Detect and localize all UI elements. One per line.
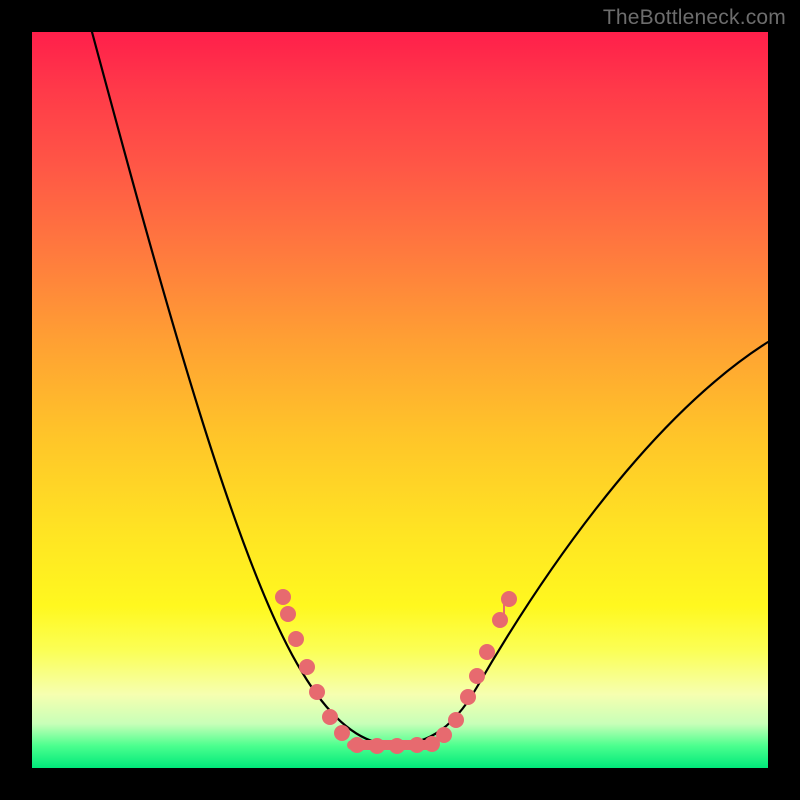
bottleneck-curve: [92, 32, 768, 745]
curve-dot: [389, 738, 405, 754]
curve-dot: [409, 737, 425, 753]
curve-dot: [299, 659, 315, 675]
curve-dot: [280, 606, 296, 622]
curve-dot: [492, 612, 508, 628]
chart-frame: TheBottleneck.com: [0, 0, 800, 800]
curve-dot: [436, 727, 452, 743]
curve-dot: [460, 689, 476, 705]
curve-dot: [349, 737, 365, 753]
curve-svg: [32, 32, 768, 768]
curve-dot: [479, 644, 495, 660]
curve-dot: [469, 668, 485, 684]
curve-dot: [309, 684, 325, 700]
curve-dot: [448, 712, 464, 728]
curve-dot: [275, 589, 291, 605]
curve-dot: [334, 725, 350, 741]
plot-area: [32, 32, 768, 768]
curve-dot: [322, 709, 338, 725]
curve-dot: [288, 631, 304, 647]
watermark-text: TheBottleneck.com: [603, 6, 786, 30]
curve-dot: [369, 738, 385, 754]
